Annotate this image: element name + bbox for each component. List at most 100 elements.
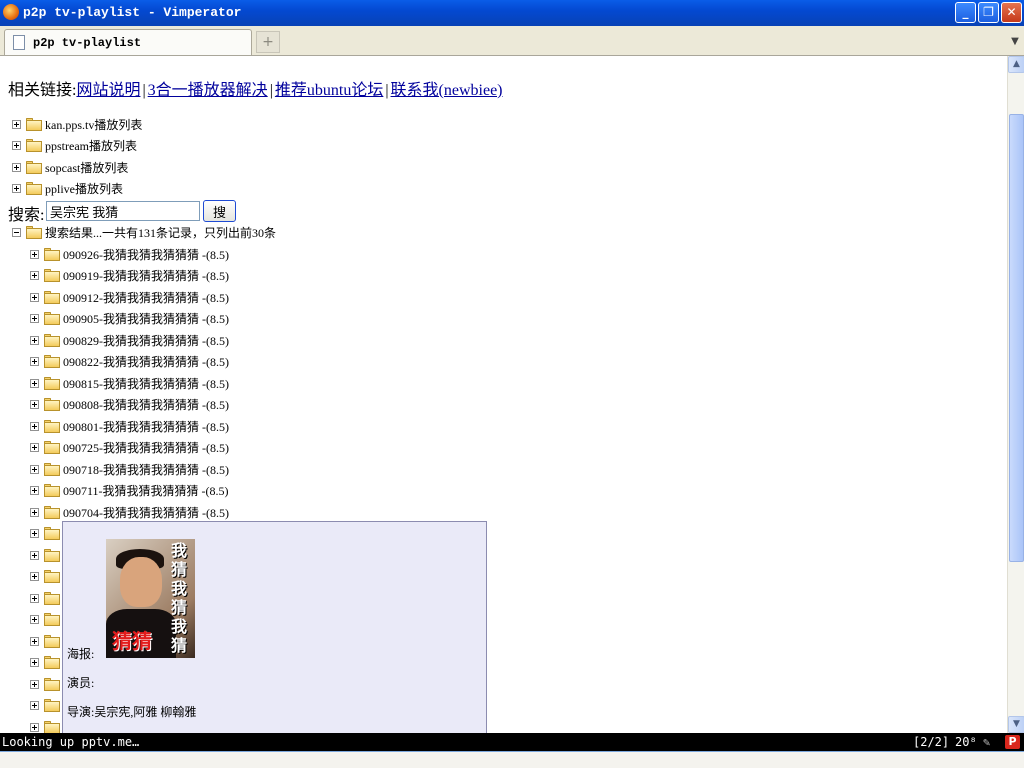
folder-icon: [44, 463, 60, 476]
folder-icon: [44, 441, 60, 454]
folder-icon: [44, 355, 60, 368]
result-label[interactable]: 090725-我猜我猜我猜猜猜 -(8.5): [63, 440, 229, 456]
folder-icon: [44, 312, 60, 325]
result-label[interactable]: 090815-我猜我猜我猜猜猜 -(8.5): [63, 376, 229, 392]
director-label: 导演:: [67, 705, 95, 719]
expand-icon[interactable]: [30, 443, 39, 452]
expand-icon[interactable]: [30, 658, 39, 667]
pencil-icon[interactable]: ✎: [983, 735, 990, 749]
expand-icon[interactable]: [30, 572, 39, 581]
expand-icon[interactable]: [30, 400, 39, 409]
expand-icon[interactable]: [30, 551, 39, 560]
expand-icon[interactable]: [30, 680, 39, 689]
page-icon: [13, 35, 25, 50]
result-label[interactable]: 090926-我猜我猜我猜猜猜 -(8.5): [63, 247, 229, 263]
expand-icon[interactable]: [30, 637, 39, 646]
tab-strip: p2p tv-playlist + ▼: [0, 26, 1024, 56]
folder-open-icon: [26, 226, 42, 239]
folder-icon: [44, 334, 60, 347]
expand-icon[interactable]: [12, 163, 21, 172]
expand-icon[interactable]: [30, 422, 39, 431]
folder-icon: [26, 182, 42, 195]
expand-icon[interactable]: [30, 314, 39, 323]
expand-icon[interactable]: [30, 465, 39, 474]
tab-active[interactable]: p2p tv-playlist: [4, 29, 252, 55]
firefox-icon: [3, 4, 19, 20]
expand-icon[interactable]: [12, 184, 21, 193]
result-label[interactable]: 090711-我猜我猜我猜猜猜 -(8.5): [63, 483, 229, 499]
link-contact[interactable]: 联系我(newbiee): [391, 82, 503, 99]
folder-icon: [44, 570, 60, 583]
folder-icon: [44, 678, 60, 691]
result-label[interactable]: 090829-我猜我猜我猜猜猜 -(8.5): [63, 333, 229, 349]
result-label[interactable]: 090808-我猜我猜我猜猜猜 -(8.5): [63, 397, 229, 413]
result-label[interactable]: 090801-我猜我猜我猜猜猜 -(8.5): [63, 419, 229, 435]
scroll-up-icon[interactable]: ▲: [1008, 56, 1024, 73]
expand-icon[interactable]: [30, 529, 39, 538]
folder-icon: [44, 269, 60, 282]
tab-position: [2/2]: [913, 735, 950, 749]
window-title: p2p tv-playlist - Vimperator: [23, 5, 242, 20]
tab-list-dropdown-icon[interactable]: ▼: [1008, 33, 1022, 51]
expand-icon[interactable]: [30, 357, 39, 366]
folder-icon: [44, 613, 60, 626]
links-prefix: 相关链接:: [8, 82, 77, 99]
result-label[interactable]: 090919-我猜我猜我猜猜猜 -(8.5): [63, 268, 229, 284]
expand-icon[interactable]: [30, 271, 39, 280]
maximize-button[interactable]: ❐: [978, 2, 999, 23]
expand-icon[interactable]: [30, 723, 39, 732]
folder-icon: [44, 291, 60, 304]
status-text: Looking up pptv.me…: [2, 735, 140, 749]
result-label[interactable]: 090905-我猜我猜我猜猜猜 -(8.5): [63, 311, 229, 327]
addon-icon[interactable]: P: [1005, 735, 1020, 749]
expand-icon[interactable]: [12, 120, 21, 129]
link-ubuntu-forum[interactable]: 推荐ubuntu论坛: [275, 82, 383, 99]
scroll-down-icon[interactable]: ▼: [1008, 716, 1024, 733]
related-links: 相关链接:网站说明 | 3合一播放器解决 | 推荐ubuntu论坛 | 联系我(newbie…: [8, 76, 503, 100]
folder-icon: [44, 699, 60, 712]
expand-icon[interactable]: [30, 594, 39, 603]
new-tab-button[interactable]: +: [256, 31, 280, 53]
expand-icon[interactable]: [30, 701, 39, 710]
result-label[interactable]: 090912-我猜我猜我猜猜猜 -(8.5): [63, 290, 229, 306]
director-value: 吴宗宪,阿雅 柳翰雅: [94, 705, 197, 719]
folder-icon: [44, 592, 60, 605]
folder-icon: [44, 721, 60, 733]
search-button[interactable]: 搜: [203, 200, 236, 222]
collapse-icon[interactable]: [12, 228, 21, 237]
link-site-info[interactable]: 网站说明: [76, 82, 140, 99]
expand-icon[interactable]: [30, 486, 39, 495]
expand-icon[interactable]: [30, 508, 39, 517]
close-button[interactable]: ✕: [1001, 2, 1022, 23]
scrollbar-thumb[interactable]: [1009, 114, 1024, 562]
result-label[interactable]: 090704-我猜我猜我猜猜猜 -(8.5): [63, 505, 229, 521]
expand-icon[interactable]: [30, 250, 39, 259]
expand-icon[interactable]: [30, 336, 39, 345]
expand-icon[interactable]: [12, 141, 21, 150]
link-separator: |: [142, 82, 146, 99]
expand-icon[interactable]: [30, 615, 39, 624]
result-label[interactable]: 090822-我猜我猜我猜猜猜 -(8.5): [63, 354, 229, 370]
search-input[interactable]: [46, 201, 200, 221]
minimize-button[interactable]: _: [955, 2, 976, 23]
link-player-solution[interactable]: 3合一播放器解决: [148, 82, 268, 99]
tree-node-label[interactable]: kan.pps.tv播放列表: [45, 117, 142, 133]
folder-icon: [44, 635, 60, 648]
tree-node-label[interactable]: ppstream播放列表: [45, 138, 137, 154]
search-label: 搜索:: [8, 207, 45, 224]
search-results-header: 搜索结果...一共有131条记录，只列出前30条: [45, 226, 277, 240]
folder-icon: [44, 549, 60, 562]
tree-node-label[interactable]: pplive播放列表: [45, 181, 123, 197]
folder-icon: [44, 527, 60, 540]
link-separator: |: [269, 82, 273, 99]
command-line[interactable]: [0, 751, 1024, 768]
folder-icon: [44, 377, 60, 390]
tree-node-label[interactable]: sopcast播放列表: [45, 160, 128, 176]
expand-icon[interactable]: [30, 293, 39, 302]
vertical-scrollbar[interactable]: ▲ ▼: [1007, 56, 1024, 733]
folder-icon: [44, 506, 60, 519]
poster-title-red: 猜猜: [112, 629, 152, 653]
poster-title: 我猜我猜我猜: [171, 541, 188, 655]
expand-icon[interactable]: [30, 379, 39, 388]
result-label[interactable]: 090718-我猜我猜我猜猜猜 -(8.5): [63, 462, 229, 478]
